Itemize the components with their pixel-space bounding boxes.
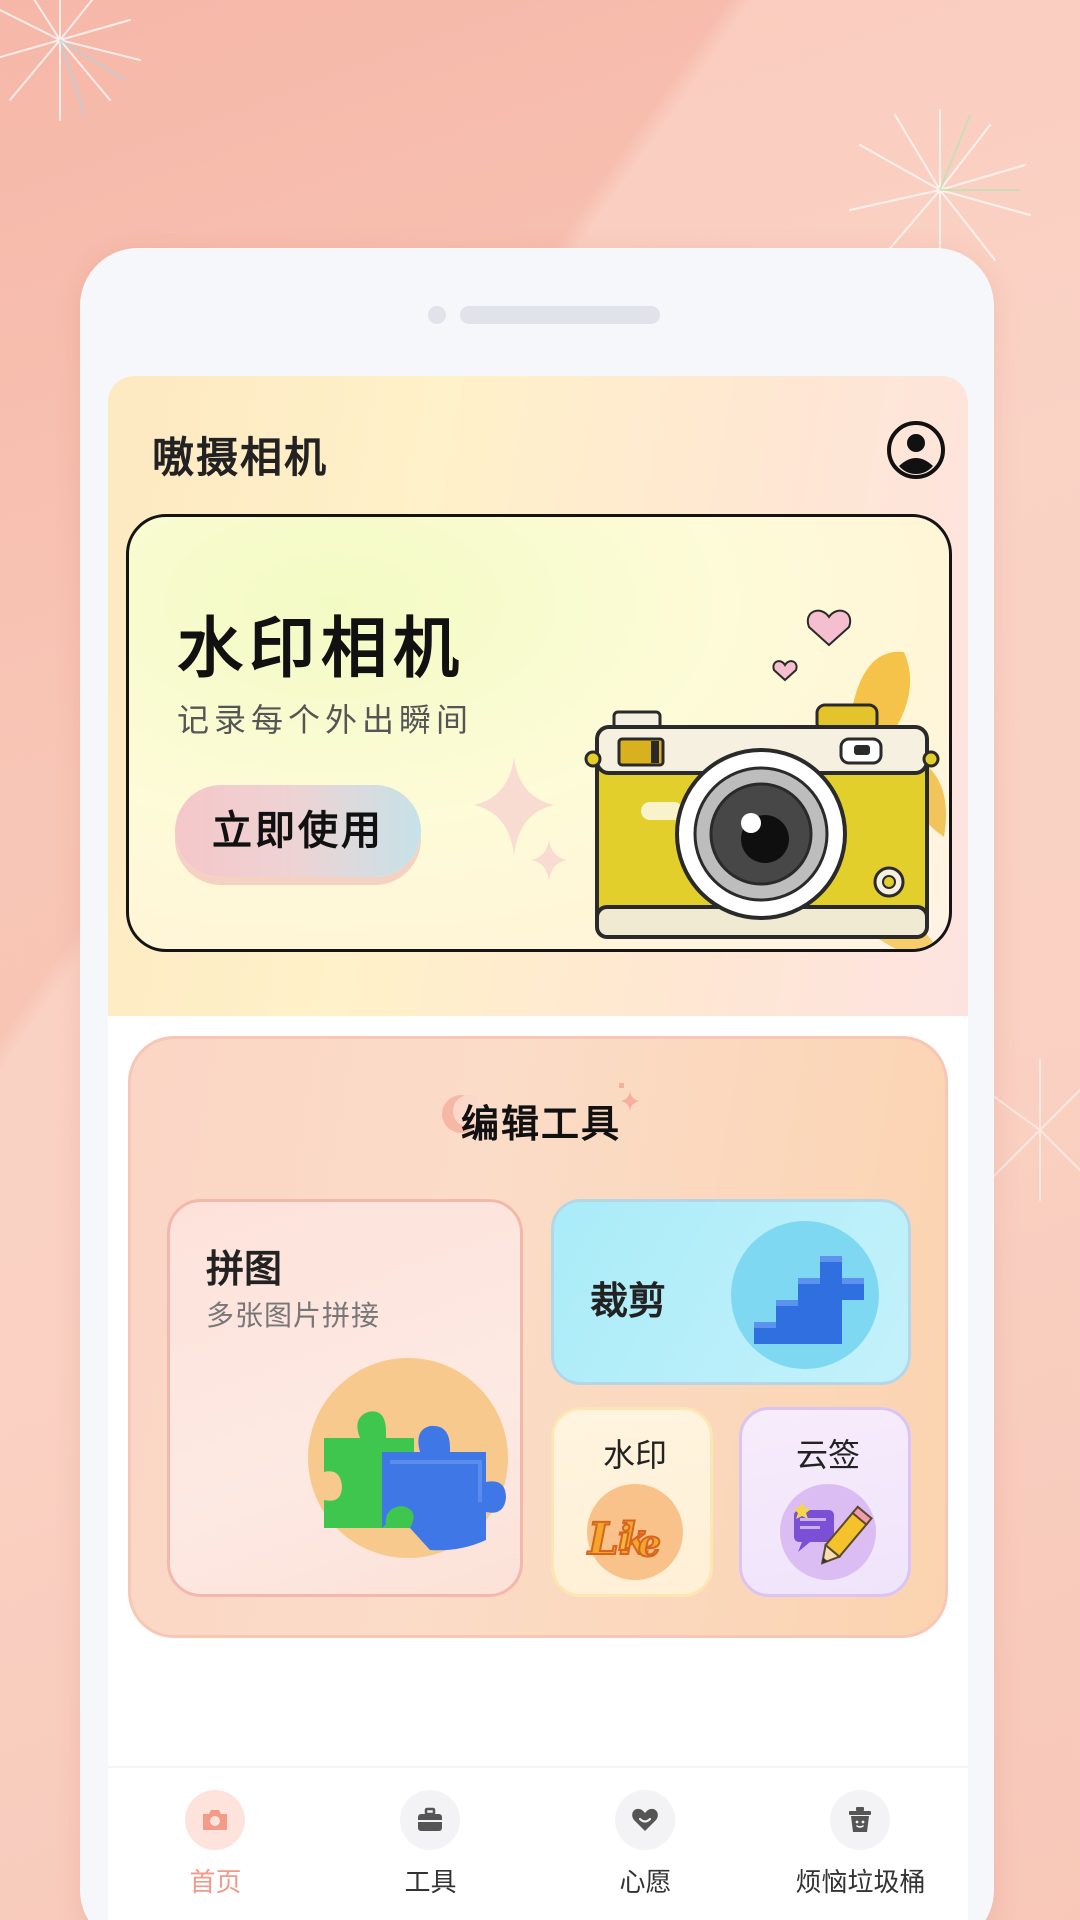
use-now-button[interactable]: 立即使用: [175, 785, 421, 877]
collage-subtitle: 多张图片拼接: [206, 1299, 381, 1332]
briefcase-icon: [418, 1807, 442, 1831]
tab-label: 心愿: [619, 1868, 672, 1898]
tab-home[interactable]: 首页: [108, 1768, 323, 1918]
crop-tool-card[interactable]: 裁剪: [551, 1199, 911, 1385]
svg-text:i: i: [618, 1519, 631, 1559]
star-decoration-icon: [619, 1083, 639, 1111]
user-circle-icon[interactable]: [886, 420, 946, 480]
camera-illustration: [584, 609, 946, 949]
trash-icon: [849, 1807, 871, 1832]
header-area: 嗷摄相机 水印相机 记录每个外出瞬间 立即使用: [108, 376, 968, 1016]
watermark-camera-banner[interactable]: 水印相机 记录每个外出瞬间 立即使用: [126, 514, 952, 952]
watermark-title: 水印: [602, 1436, 667, 1474]
tab-wish[interactable]: 心愿: [538, 1768, 753, 1918]
phone-camera-dot: [428, 306, 446, 324]
tab-label: 烦恼垃圾桶: [795, 1868, 926, 1898]
pencil-note-icon: [780, 1484, 876, 1580]
watermark-tool-card[interactable]: 水印 Lk e i: [551, 1407, 713, 1597]
phone-speaker: [460, 306, 660, 324]
cloud-sign-tool-card[interactable]: 云签: [739, 1407, 911, 1597]
app-screen: 嗷摄相机 水印相机 记录每个外出瞬间 立即使用 编辑工具 拼图 多张图片拼接 裁…: [108, 376, 968, 1920]
pixel-cube-icon: [731, 1221, 879, 1369]
banner-title: 水印相机: [177, 610, 465, 687]
collage-title: 拼图: [206, 1247, 283, 1291]
tab-trash[interactable]: 烦恼垃圾桶: [753, 1768, 968, 1918]
heart-icon: [632, 1808, 658, 1831]
puzzle-icon: [308, 1358, 508, 1558]
like-lettering-icon: Lk e i: [585, 1484, 683, 1580]
camera-icon: [203, 1810, 227, 1830]
bottom-tab-bar: 首页 工具 心愿 烦恼垃圾桶: [108, 1766, 968, 1920]
firework-decoration: [849, 109, 1031, 269]
section-title-text: 编辑工具: [460, 1102, 621, 1146]
svg-text:e: e: [638, 1523, 661, 1565]
firework-decoration: [0, 0, 141, 121]
collage-tool-card[interactable]: 拼图 多张图片拼接: [167, 1199, 523, 1597]
banner-subtitle: 记录每个外出瞬间: [177, 701, 474, 739]
tab-label: 工具: [404, 1868, 457, 1898]
phone-frame: 嗷摄相机 水印相机 记录每个外出瞬间 立即使用 编辑工具 拼图 多张图片拼接 裁…: [80, 248, 994, 1920]
firework-decoration: [984, 1059, 1080, 1201]
tab-tools[interactable]: 工具: [323, 1768, 538, 1918]
edit-tools-panel: 编辑工具 拼图 多张图片拼接 裁剪 水印 Lk e i 云签: [128, 1036, 948, 1638]
tab-label: 首页: [189, 1868, 242, 1898]
app-title: 嗷摄相机: [152, 433, 329, 482]
crop-title: 裁剪: [590, 1279, 667, 1323]
sign-title: 云签: [795, 1436, 860, 1474]
section-title: 编辑工具: [441, 1083, 639, 1148]
